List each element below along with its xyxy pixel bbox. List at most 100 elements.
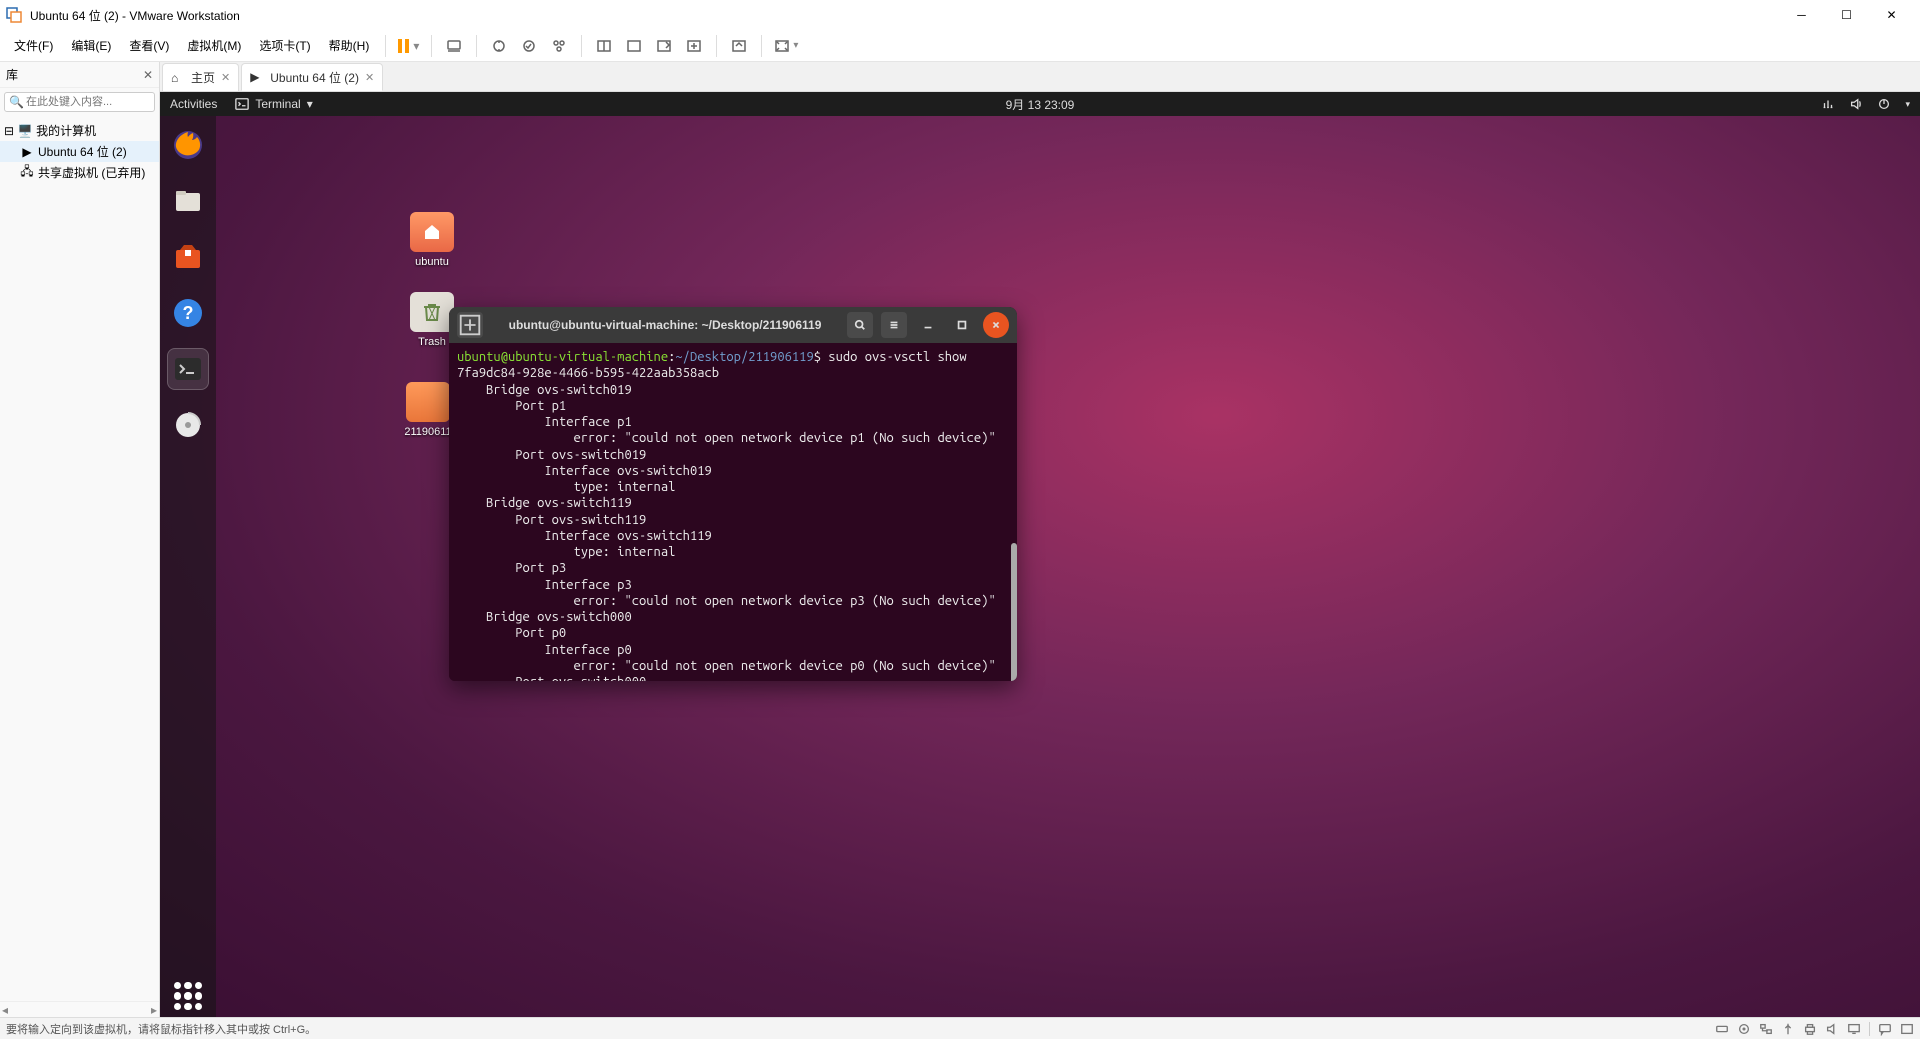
- menu-vm[interactable]: 虚拟机(M): [179, 33, 249, 58]
- menu-help[interactable]: 帮助(H): [321, 33, 378, 58]
- home-icon: ⌂: [171, 71, 185, 85]
- send-ctrl-alt-del-button[interactable]: [440, 32, 468, 60]
- statusbar-message: 要将输入定向到该虚拟机，请将鼠标指针移入其中或按 Ctrl+G。: [6, 1021, 1715, 1037]
- terminal-command: sudo ovs-vsctl show: [828, 350, 966, 364]
- tray-cd-icon[interactable]: [1737, 1022, 1751, 1036]
- view-split-button[interactable]: [590, 32, 618, 60]
- desktop-icon-home[interactable]: ubuntu: [400, 212, 464, 268]
- terminal-output[interactable]: ubuntu@ubuntu-virtual-machine:~/Desktop/…: [449, 343, 1017, 681]
- menu-tabs[interactable]: 选项卡(T): [251, 33, 318, 58]
- snapshot-button[interactable]: [485, 32, 513, 60]
- view-console-button[interactable]: [650, 32, 678, 60]
- dropdown-caret-icon: ▾: [793, 40, 798, 51]
- active-app-menu[interactable]: Terminal ▾: [235, 97, 312, 111]
- terminal-new-tab-button[interactable]: [457, 312, 483, 338]
- dropdown-caret-icon: ▾: [413, 39, 419, 53]
- home-folder-icon: [410, 212, 454, 252]
- tree-node-root[interactable]: ⊟ 🖥️ 我的计算机: [0, 120, 159, 141]
- ubuntu-top-bar: Activities Terminal ▾ 9月 13 23:09 ▾: [160, 92, 1920, 116]
- tab-home[interactable]: ⌂ 主页 ✕: [162, 63, 239, 91]
- folder-icon: [406, 382, 450, 422]
- host-titlebar: Ubuntu 64 位 (2) - VMware Workstation ─ ☐…: [0, 0, 1920, 30]
- sidebar-title: 库: [6, 66, 18, 83]
- snapshot-manager-button[interactable]: [545, 32, 573, 60]
- tray-hdd-icon[interactable]: [1715, 1022, 1729, 1036]
- menu-file[interactable]: 文件(F): [6, 33, 61, 58]
- terminal-maximize-button[interactable]: [949, 312, 975, 338]
- dock-show-apps[interactable]: [167, 975, 209, 1017]
- library-sidebar: 库 ✕ 🔍 ▾ ⊟ 🖥️ 我的计算机 ▶ Ubuntu 64 位 (2) 🖧 共…: [0, 62, 160, 1017]
- terminal-title: ubuntu@ubuntu-virtual-machine: ~/Desktop…: [491, 318, 839, 332]
- tray-usb-icon[interactable]: [1781, 1022, 1795, 1036]
- separator: [385, 35, 386, 57]
- vmware-main-panel: ⌂ 主页 ✕ ▶ Ubuntu 64 位 (2) ✕ Activities Te…: [160, 62, 1920, 1017]
- vm-running-icon: ▶: [20, 145, 34, 159]
- separator: [716, 35, 717, 57]
- tray-message-icon[interactable]: [1878, 1022, 1892, 1036]
- dock-software[interactable]: [167, 236, 209, 278]
- separator: [431, 35, 432, 57]
- active-app-label: Terminal: [255, 97, 300, 111]
- enter-unity-button[interactable]: [725, 32, 753, 60]
- ubuntu-dock: ?: [160, 116, 216, 1017]
- tab-label: 主页: [191, 69, 215, 86]
- separator: [581, 35, 582, 57]
- sidebar-search-input[interactable]: [24, 95, 170, 109]
- terminal-icon: [235, 97, 249, 111]
- tree-label: 我的计算机: [36, 122, 96, 139]
- terminal-window[interactable]: ubuntu@ubuntu-virtual-machine: ~/Desktop…: [449, 307, 1017, 681]
- menu-view[interactable]: 查看(V): [121, 33, 177, 58]
- host-minimize-button[interactable]: ─: [1779, 0, 1824, 30]
- terminal-search-button[interactable]: [847, 312, 873, 338]
- tray-fullscreen-icon[interactable]: [1900, 1022, 1914, 1036]
- snapshot-revert-button[interactable]: [515, 32, 543, 60]
- tab-close-button[interactable]: ✕: [365, 71, 374, 84]
- network-icon[interactable]: [1821, 97, 1835, 111]
- tab-close-button[interactable]: ✕: [221, 71, 230, 84]
- volume-icon[interactable]: [1849, 97, 1863, 111]
- library-tree: ⊟ 🖥️ 我的计算机 ▶ Ubuntu 64 位 (2) 🖧 共享虚拟机 (已弃…: [0, 116, 159, 1001]
- sidebar-horizontal-scrollbar[interactable]: ◂▸: [0, 1001, 159, 1017]
- suspend-button[interactable]: ▾: [394, 32, 423, 60]
- dock-terminal[interactable]: [167, 348, 209, 390]
- view-single-button[interactable]: [620, 32, 648, 60]
- terminal-menu-button[interactable]: [881, 312, 907, 338]
- tree-node-shared-vms[interactable]: 🖧 共享虚拟机 (已弃用): [0, 162, 159, 183]
- dock-help[interactable]: ?: [167, 292, 209, 334]
- dropdown-caret-icon[interactable]: ▾: [1905, 99, 1910, 110]
- dock-files[interactable]: [167, 180, 209, 222]
- terminal-lines: 7fa9dc84-928e-4466-b595-422aab358acb Bri…: [457, 366, 996, 681]
- terminal-minimize-button[interactable]: [915, 312, 941, 338]
- guest-display[interactable]: Activities Terminal ▾ 9月 13 23:09 ▾: [160, 92, 1920, 1017]
- activities-button[interactable]: Activities: [170, 97, 217, 111]
- tray-sound-icon[interactable]: [1825, 1022, 1839, 1036]
- fullscreen-button[interactable]: ▾: [770, 32, 802, 60]
- trash-icon: [410, 292, 454, 332]
- clock[interactable]: 9月 13 23:09: [1006, 96, 1075, 113]
- dropdown-caret-icon: ▾: [307, 97, 313, 111]
- tray-network-icon[interactable]: [1759, 1022, 1773, 1036]
- terminal-titlebar[interactable]: ubuntu@ubuntu-virtual-machine: ~/Desktop…: [449, 307, 1017, 343]
- host-close-button[interactable]: ✕: [1869, 0, 1914, 30]
- vm-tabstrip: ⌂ 主页 ✕ ▶ Ubuntu 64 位 (2) ✕: [160, 62, 1920, 92]
- menu-edit[interactable]: 编辑(E): [63, 33, 119, 58]
- pause-icon: [398, 39, 409, 53]
- computer-icon: 🖥️: [18, 124, 32, 138]
- view-stretch-button[interactable]: [680, 32, 708, 60]
- terminal-scrollbar[interactable]: [1011, 543, 1017, 681]
- dock-firefox[interactable]: [167, 124, 209, 166]
- shared-icon: 🖧: [20, 166, 34, 180]
- dock-disc[interactable]: [167, 404, 209, 446]
- separator: [476, 35, 477, 57]
- tree-label: 共享虚拟机 (已弃用): [38, 164, 145, 181]
- tray-printer-icon[interactable]: [1803, 1022, 1817, 1036]
- sidebar-close-button[interactable]: ✕: [143, 68, 153, 82]
- power-icon[interactable]: [1877, 97, 1891, 111]
- sidebar-search[interactable]: 🔍 ▾: [4, 92, 155, 112]
- tray-display-icon[interactable]: [1847, 1022, 1861, 1036]
- tab-vm-ubuntu[interactable]: ▶ Ubuntu 64 位 (2) ✕: [241, 63, 383, 91]
- host-maximize-button[interactable]: ☐: [1824, 0, 1869, 30]
- desktop-icon-label: ubuntu: [400, 256, 464, 268]
- terminal-close-button[interactable]: [983, 312, 1009, 338]
- tree-node-vm-ubuntu[interactable]: ▶ Ubuntu 64 位 (2): [0, 141, 159, 162]
